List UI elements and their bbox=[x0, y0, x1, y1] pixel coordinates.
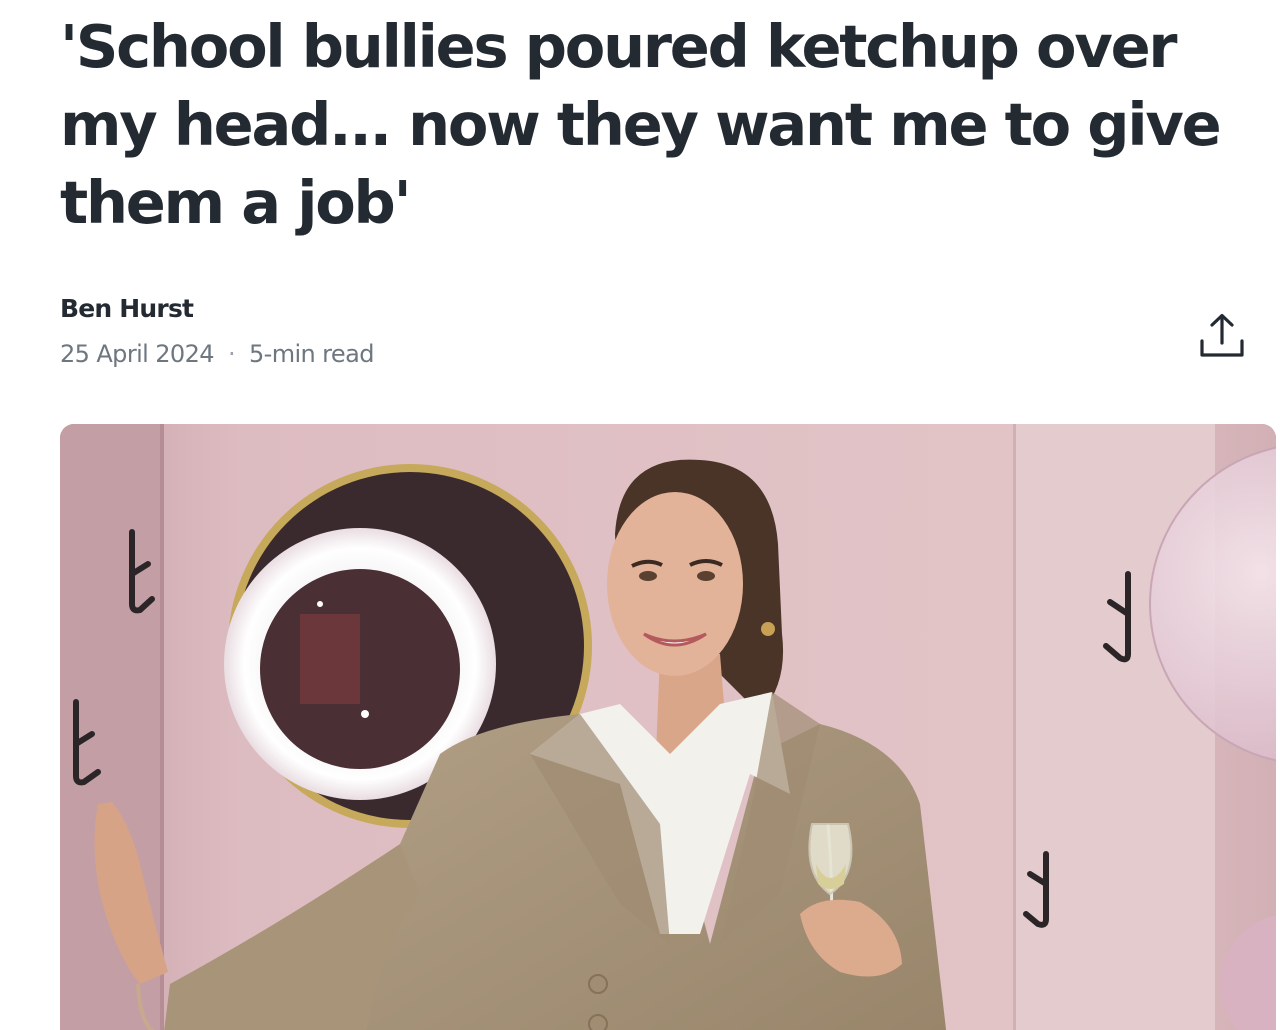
hero-image bbox=[60, 424, 1276, 1030]
read-time: 5-min read bbox=[248, 340, 374, 368]
article-meta: 25 April 2024 · 5-min read bbox=[60, 340, 374, 368]
share-button[interactable] bbox=[1196, 310, 1248, 362]
publish-date: 25 April 2024 bbox=[60, 340, 215, 368]
meta-separator: · bbox=[227, 340, 236, 368]
hero-photo bbox=[60, 424, 1276, 1030]
author-link[interactable]: Ben Hurst bbox=[60, 294, 194, 323]
share-icon bbox=[1200, 313, 1244, 357]
article-headline: 'School bullies poured ketchup over my h… bbox=[60, 12, 1222, 237]
article-page: 'School bullies poured ketchup over my h… bbox=[0, 0, 1280, 1030]
